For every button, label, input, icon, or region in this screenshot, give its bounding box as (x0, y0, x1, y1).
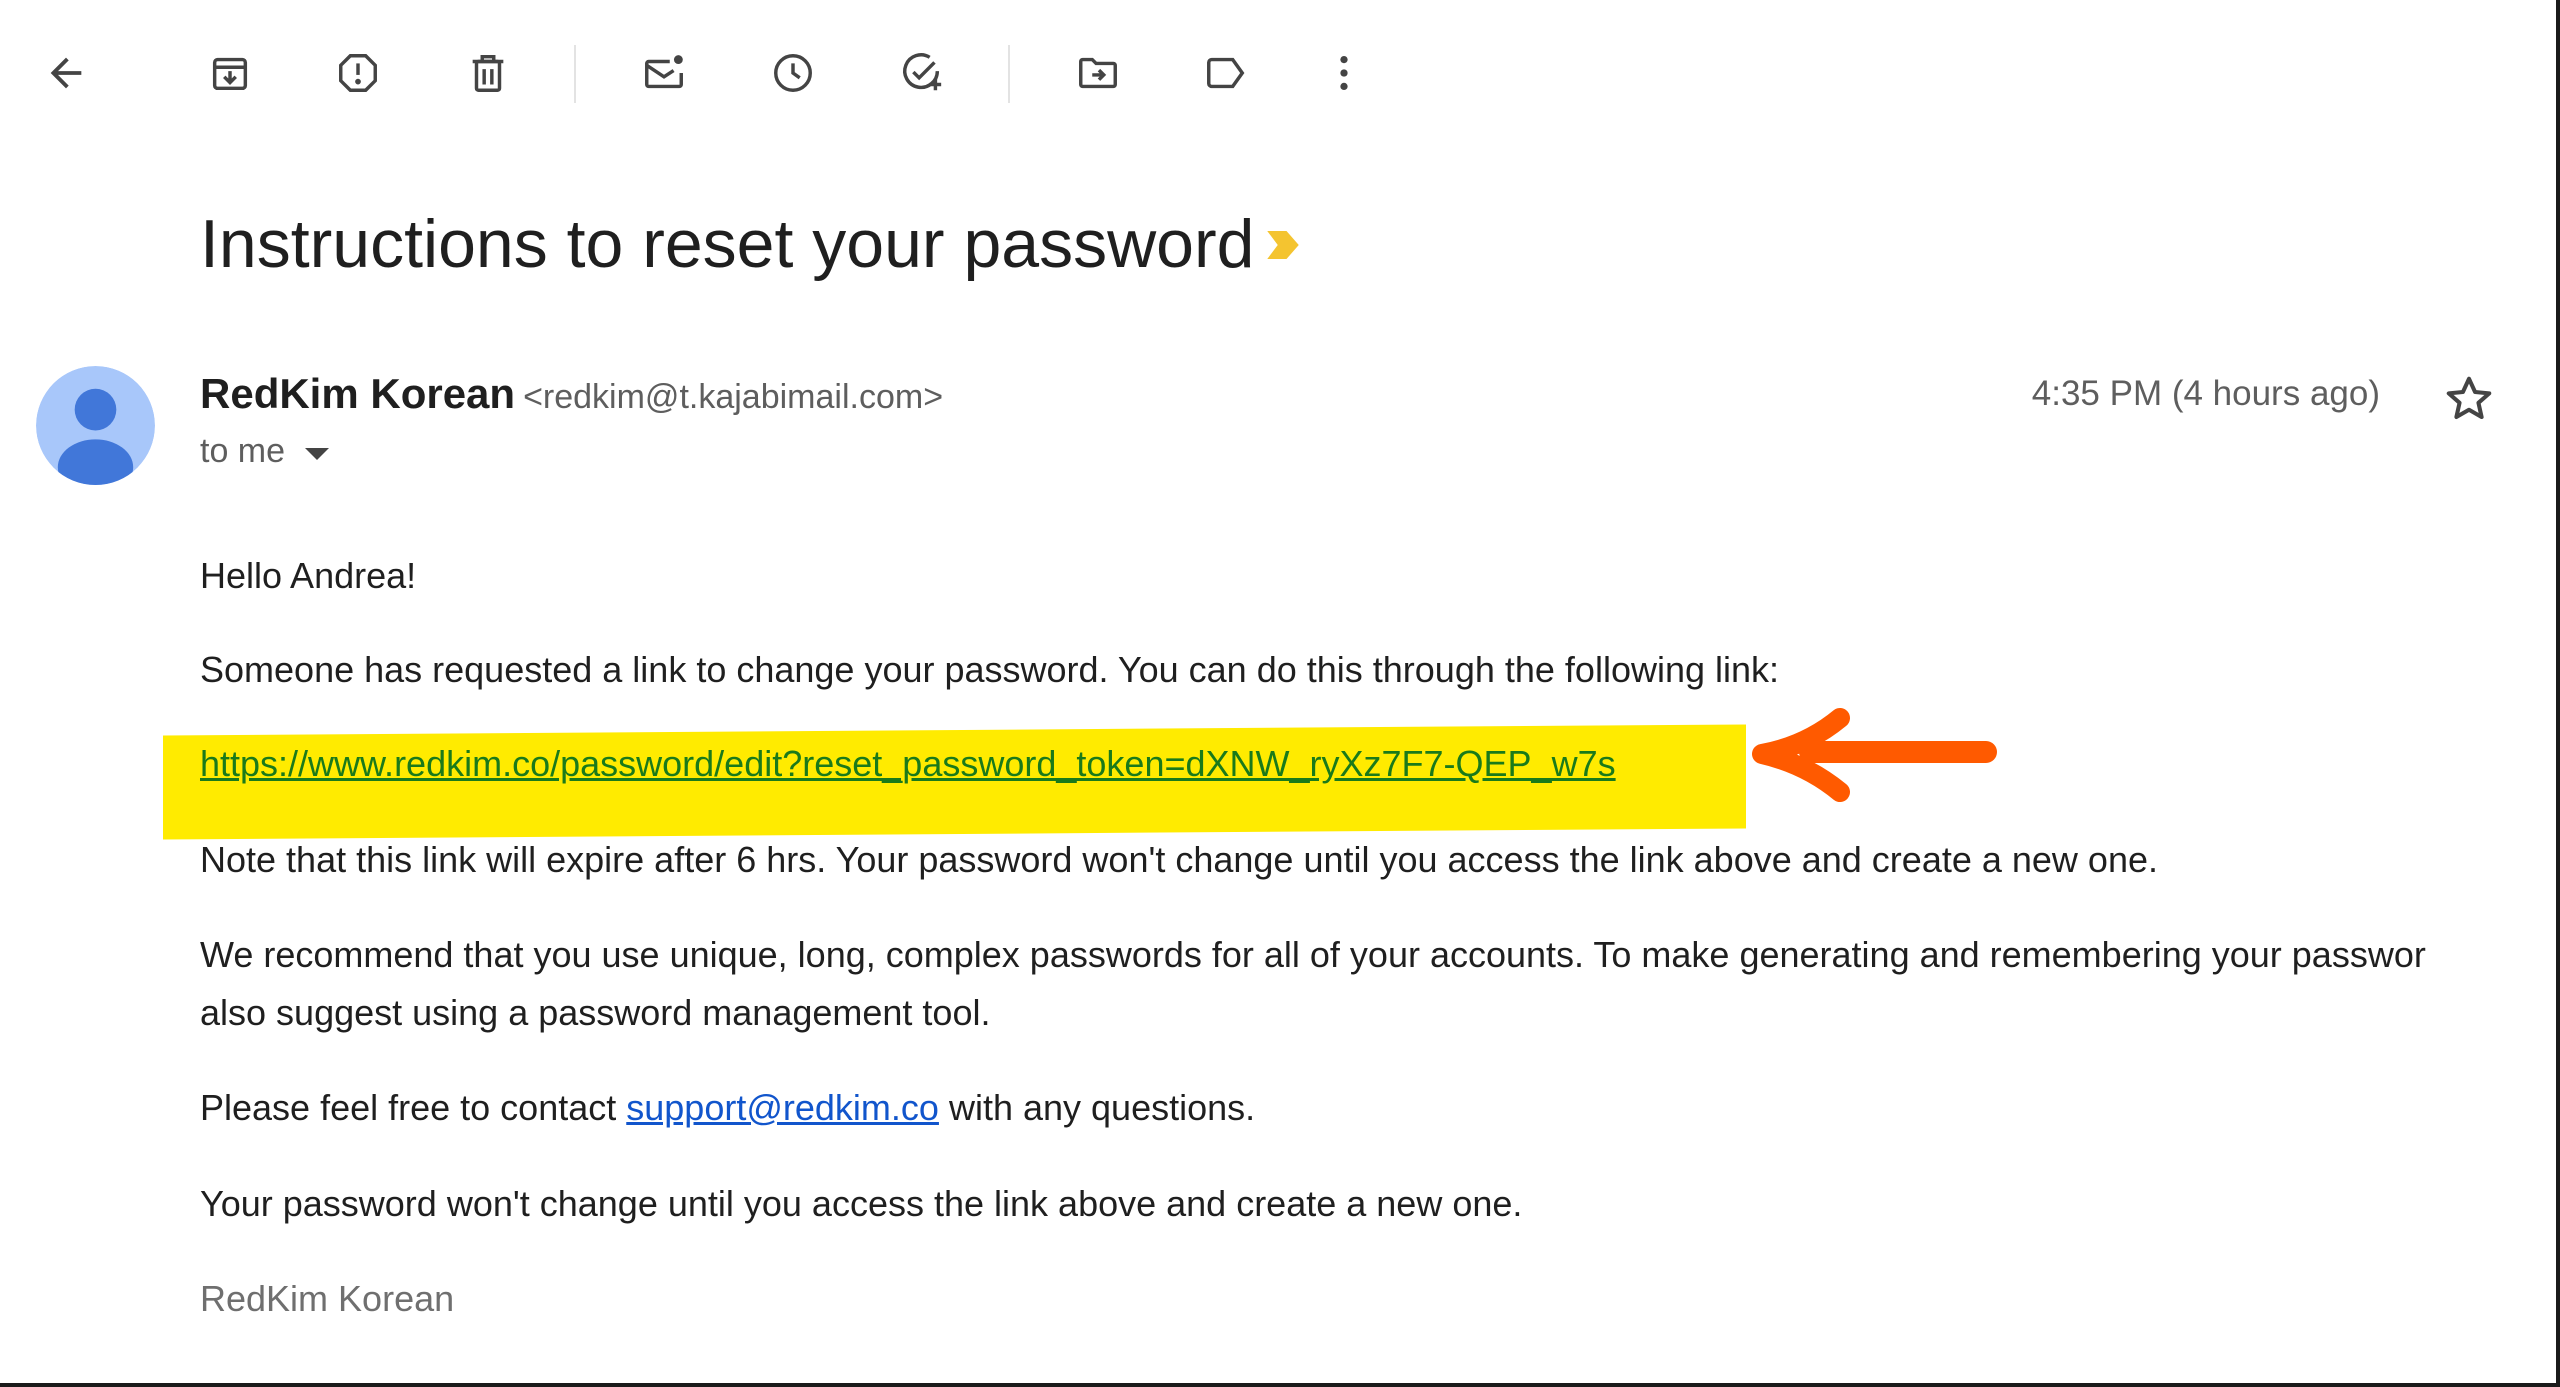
email-subject: Instructions to reset your password (200, 206, 1255, 282)
more-options-button[interactable] (1316, 45, 1372, 101)
expire-paragraph: Note that this link will expire after 6 … (200, 839, 2158, 880)
report-spam-button[interactable] (330, 45, 386, 101)
mark-unread-icon (645, 55, 683, 89)
contact-prefix: Please feel free to contact (200, 1087, 617, 1128)
request-paragraph: Someone has requested a link to change y… (200, 649, 1780, 690)
final-paragraph: Your password won't change until you acc… (200, 1183, 1523, 1224)
add-task-icon (903, 53, 942, 91)
back-button[interactable] (38, 45, 94, 101)
more-options-icon (1340, 55, 1348, 91)
annotation-arrow-icon (1752, 708, 1997, 802)
delete-button[interactable] (460, 45, 516, 101)
report-spam-icon (339, 54, 377, 92)
signature: RedKim Korean (200, 1278, 455, 1319)
mark-unread-button[interactable] (636, 45, 692, 101)
important-marker-icon[interactable] (1262, 224, 1304, 266)
archive-button[interactable] (202, 45, 258, 101)
toolbar-divider (574, 45, 576, 103)
toolbar-divider (1008, 45, 1010, 103)
email-view: Instructions to reset your password RedK… (0, 0, 2560, 1387)
recipient-label: to me (200, 432, 286, 470)
star-icon[interactable] (2442, 372, 2496, 426)
add-task-button[interactable] (894, 45, 950, 101)
back-arrow-icon (50, 57, 82, 89)
email-timestamp: 4:35 PM (4 hours ago) (2031, 374, 2380, 413)
sender-email: <redkim@t.kajabimail.com> (523, 378, 944, 416)
move-to-button[interactable] (1070, 45, 1126, 101)
delete-icon (472, 54, 504, 92)
recipient-details-toggle[interactable]: to me (200, 432, 330, 471)
recommend-paragraph-line-1: We recommend that you use unique, long, … (200, 934, 2426, 975)
greeting-text: Hello Andrea! (200, 555, 417, 596)
contact-suffix: with any questions. (948, 1087, 1256, 1128)
recommend-paragraph-line-2: also suggest using a password management… (200, 992, 991, 1033)
contact-paragraph: Please feel free to contact support@redk… (200, 1079, 1255, 1137)
snooze-icon (774, 54, 812, 92)
caret-down-icon (305, 447, 330, 460)
move-to-icon (1079, 57, 1117, 89)
archive-icon (212, 57, 248, 91)
label-button[interactable] (1198, 45, 1254, 101)
sender-name[interactable]: RedKim Korean (200, 370, 515, 417)
support-email-link[interactable]: support@redkim.co (626, 1087, 939, 1128)
sender-line: RedKim Korean <redkim@t.kajabimail.com> (200, 370, 943, 418)
reset-password-link[interactable]: https://www.redkim.co/password/edit?rese… (200, 735, 1616, 793)
person-icon (36, 366, 155, 485)
label-icon (1207, 57, 1245, 89)
snooze-button[interactable] (765, 45, 821, 101)
avatar[interactable] (36, 366, 155, 485)
